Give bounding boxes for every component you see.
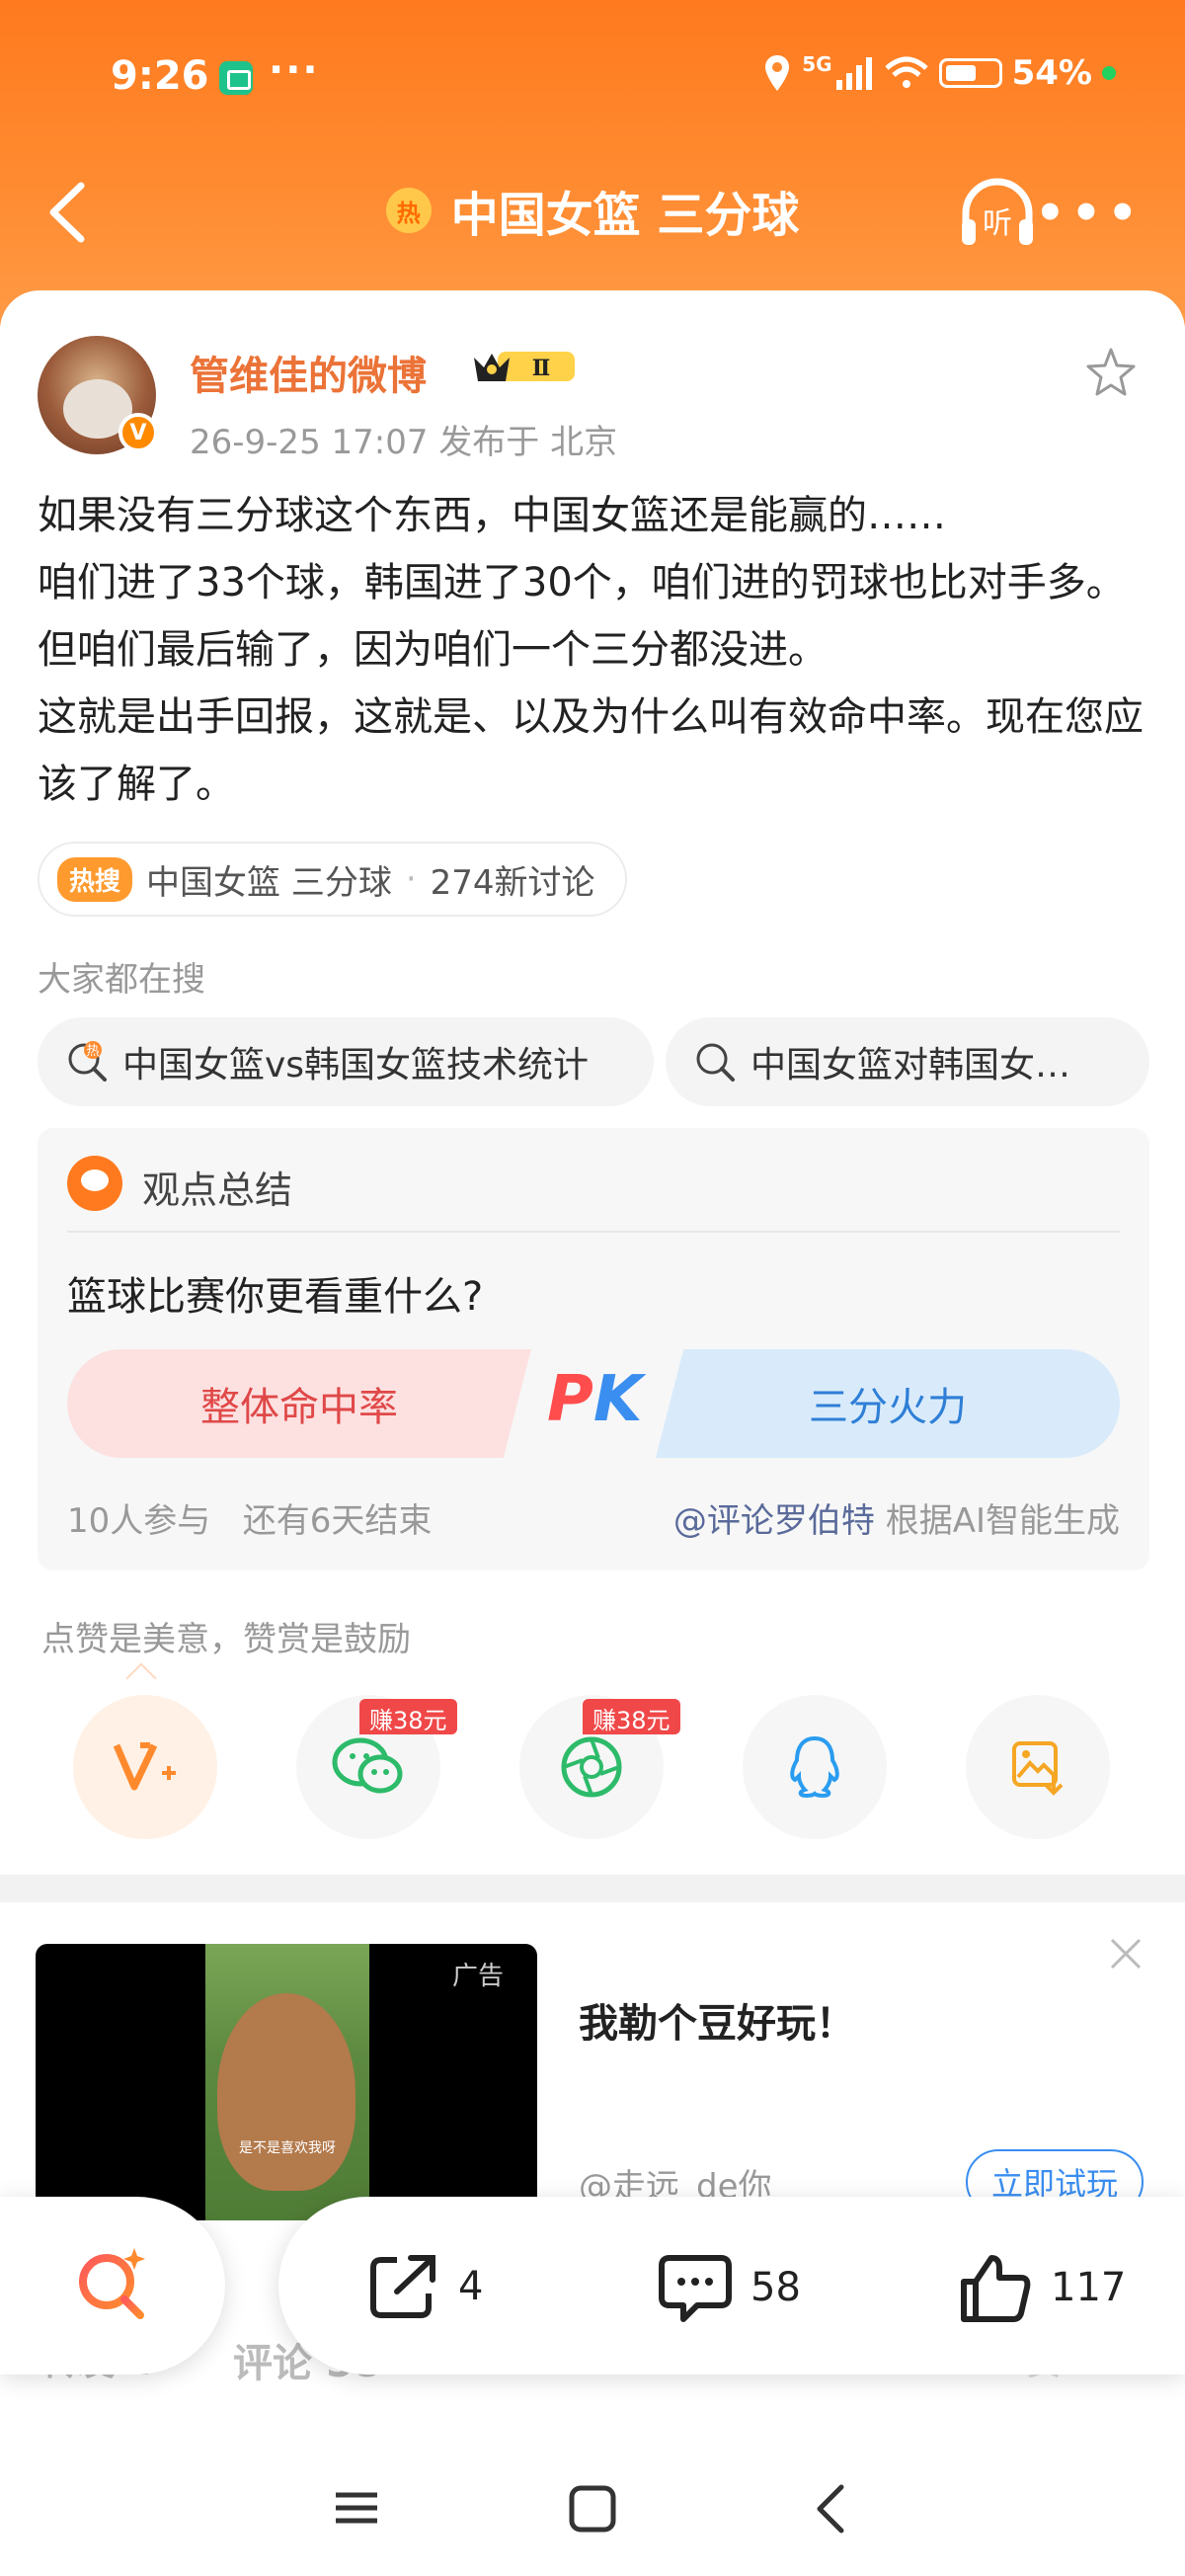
post-paragraph: 如果没有三分球这个东西，中国女篮还是能赢的…… xyxy=(38,493,946,538)
home-icon[interactable] xyxy=(567,2483,618,2535)
reward-hint: 点赞是美意，赞赏是鼓励 xyxy=(41,1620,411,1659)
opinion-footer: 10人参与 还有6天结束 xyxy=(67,1493,432,1542)
topic-separator: · xyxy=(405,859,417,899)
pk-label: PK xyxy=(547,1363,643,1436)
reward-button[interactable] xyxy=(73,1695,217,1839)
earn-badge: 赚38元 xyxy=(583,1699,680,1734)
wechat-icon xyxy=(332,1737,403,1794)
ad-label: 广告 xyxy=(452,1962,505,1991)
trending-searches-title: 大家都在搜 xyxy=(38,960,205,1000)
favorite-star-icon[interactable] xyxy=(1084,346,1138,399)
hot-search-icon: 热 xyxy=(68,1041,107,1082)
status-right: 5G 54% xyxy=(762,52,1116,93)
signal-icon xyxy=(835,57,872,90)
svg-text:热: 热 xyxy=(86,1044,99,1059)
search-chip-label: 中国女篮对韩国女… xyxy=(750,1045,1071,1086)
ai-robot-icon xyxy=(67,1156,122,1211)
post-body: 如果没有三分球这个东西，中国女篮还是能赢的…… 咱们进了33个球，韩国进了30个… xyxy=(38,482,1153,818)
opinion-question: 篮球比赛你更看重什么? xyxy=(67,1274,484,1320)
author-name[interactable]: 管维佳的微博 xyxy=(190,344,427,401)
recent-apps-icon[interactable] xyxy=(332,2483,381,2533)
time-remaining: 还有6天结束 xyxy=(242,1501,433,1541)
battery-percent: 54% xyxy=(1011,53,1092,93)
opinion-summary-card: 观点总结 篮球比赛你更看重什么? 整体命中率 PK 三分火力 10人参与 还有6… xyxy=(38,1128,1149,1570)
search-chip[interactable]: 中国女篮对韩国女… xyxy=(666,1017,1149,1106)
privacy-indicator-icon xyxy=(1102,66,1116,80)
status-bar: 9:26 ··· 5G 54% xyxy=(0,47,1185,111)
repost-icon xyxy=(370,2255,435,2318)
post-paragraph: 这就是出手回报，这就是、以及为什么叫有效命中率。现在您应该了解了。 xyxy=(38,694,1144,807)
comment-button[interactable]: 58 xyxy=(658,2252,801,2323)
page-title-text: 中国女篮 三分球 xyxy=(450,188,800,243)
share-qq-button[interactable] xyxy=(743,1695,887,1839)
ai-search-icon xyxy=(79,2248,145,2319)
more-options-icon[interactable]: ••• xyxy=(1035,186,1144,241)
qq-penguin-icon xyxy=(790,1735,839,1799)
save-image-icon xyxy=(1012,1741,1064,1796)
save-image-button[interactable] xyxy=(966,1695,1110,1839)
hot-search-badge: 热搜 xyxy=(57,856,133,902)
status-time: 9:26 xyxy=(111,53,209,99)
ad-video-subtitle: 是不是喜欢我呀 xyxy=(239,2140,336,2156)
opinion-source: @评论罗伯特 根据AI智能生成 xyxy=(673,1493,1120,1542)
section-divider xyxy=(0,1875,1185,1902)
bottom-action-bar: 4 58 117 xyxy=(278,2197,1185,2375)
vote-option-right[interactable]: 三分火力 xyxy=(656,1349,1120,1458)
system-nav-bar xyxy=(0,2450,1185,2576)
comment-count: 58 xyxy=(750,2265,801,2310)
search-chip-label: 中国女篮vs韩国女篮技术统计 xyxy=(122,1045,590,1086)
repost-button[interactable]: 4 xyxy=(367,2252,483,2321)
listen-label: 听 xyxy=(983,206,1012,241)
vote-option-left[interactable]: 整体命中率 xyxy=(67,1349,531,1458)
verified-badge-icon: V xyxy=(118,413,158,452)
thumbs-up-icon xyxy=(961,2255,1031,2322)
topic-count: 274新讨论 xyxy=(430,862,595,903)
topic-name: 中国女篮 三分球 xyxy=(146,862,392,903)
top-nav: 热 中国女篮 三分球 听 ••• xyxy=(0,158,1185,267)
moments-aperture-icon xyxy=(561,1736,622,1798)
search-chip[interactable]: 热 中国女篮vs韩国女篮技术统计 xyxy=(38,1017,654,1106)
system-back-icon[interactable] xyxy=(810,2483,849,2535)
earn-badge: 赚38元 xyxy=(359,1699,457,1734)
ad-cow-picture: 是不是喜欢我呀 xyxy=(205,1944,369,2220)
vip-level: Ⅱ xyxy=(532,356,551,381)
vip-crown-icon: Ⅱ xyxy=(474,352,575,381)
more-notifications-icon: ··· xyxy=(269,47,320,93)
post-meta: 26-9-25 17:07 发布于 北京 xyxy=(190,423,618,462)
pk-p: P xyxy=(547,1363,593,1436)
wifi-icon xyxy=(884,56,928,88)
hot-topic-icon: 热 xyxy=(385,188,432,233)
repost-count: 4 xyxy=(458,2264,484,2309)
reward-v-icon xyxy=(113,1742,176,1791)
like-count: 117 xyxy=(1051,2265,1127,2310)
source-user-link[interactable]: @评论罗伯特 xyxy=(673,1501,875,1541)
ai-search-button[interactable] xyxy=(0,2197,225,2375)
search-icon xyxy=(696,1043,735,1082)
listen-headphones-icon[interactable]: 听 xyxy=(956,172,1039,255)
source-note: 根据AI智能生成 xyxy=(874,1501,1120,1541)
ad-title[interactable]: 我勒个豆好玩！ xyxy=(579,1991,855,2049)
network-label: 5G xyxy=(802,52,832,76)
battery-icon xyxy=(938,58,1002,88)
participants: 10人参与 xyxy=(67,1501,211,1541)
pk-k: K xyxy=(592,1363,643,1436)
opinion-title: 观点总结 xyxy=(142,1168,293,1212)
close-ad-icon[interactable] xyxy=(1106,1934,1146,1973)
post-paragraph: 咱们进了33个球，韩国进了30个，咱们进的罚球也比对手多。但咱们最后输了，因为咱… xyxy=(38,560,1126,673)
like-button[interactable]: 117 xyxy=(958,2252,1126,2323)
divider xyxy=(67,1231,1120,1233)
location-icon xyxy=(765,55,790,91)
hot-topic-chip[interactable]: 热搜 中国女篮 三分球 · 274新讨论 xyxy=(38,842,627,917)
comment-icon xyxy=(659,2255,732,2322)
notification-app-icon xyxy=(219,61,253,95)
